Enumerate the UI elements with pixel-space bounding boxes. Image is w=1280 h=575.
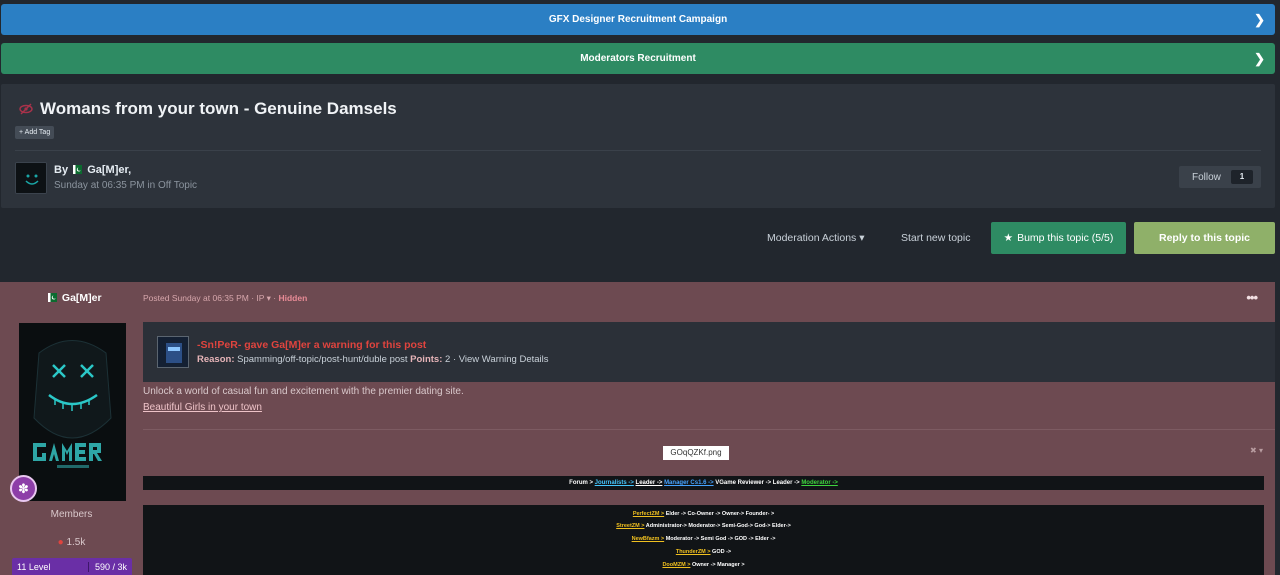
- topic-date: Sunday at 06:35 PM in Off Topic: [54, 180, 198, 191]
- sig-server[interactable]: StreetZM >: [616, 523, 644, 529]
- sig-manager[interactable]: Manager Cs1.6 ->: [664, 480, 714, 486]
- sig-server[interactable]: DooMZM >: [662, 562, 690, 568]
- author-photo[interactable]: [19, 323, 126, 501]
- dots-icon[interactable]: •••: [1246, 290, 1258, 305]
- moderator-avatar-image: [158, 337, 188, 367]
- sig-leader[interactable]: Leader ->: [636, 480, 663, 486]
- sig-line: DooMZM > Owner -> Manager >: [143, 562, 1264, 568]
- sig-journalists[interactable]: Journalists ->: [595, 480, 634, 486]
- bump-topic-button[interactable]: ★ Bump this topic (5/5): [991, 222, 1126, 254]
- warning-reason: Reason: Spamming/off-topic/post-hunt/dub…: [197, 354, 549, 365]
- sig-moderator[interactable]: Moderator ->: [801, 480, 838, 486]
- post-date[interactable]: Posted Sunday at 06:35 PM · IP ▾ ·: [143, 293, 278, 303]
- chevron-right-icon: ❯: [1254, 51, 1265, 66]
- warning-title: -Sn!PeR- gave Ga[M]er a warning for this…: [197, 339, 427, 351]
- badge-icon: ✽: [10, 475, 37, 502]
- moderator-avatar[interactable]: [157, 336, 189, 368]
- banner-gfx-label: GFX Designer Recruitment Campaign: [548, 14, 728, 25]
- moderation-actions-menu[interactable]: Moderation Actions ▾: [767, 232, 865, 244]
- sig-ranks: Elder -> Co-Owner -> Owner-> Founder- >: [665, 511, 775, 517]
- divider: [143, 429, 1275, 430]
- points-text[interactable]: 2 · View Warning Details: [445, 354, 548, 365]
- post-author-column: Ga[M]er ✽ Members ● 1.5k 11 Level 590 / …: [0, 282, 143, 575]
- sig-server[interactable]: ThunderZM >: [676, 549, 711, 555]
- sig-ranks: Administrator-> Moderator-> Semi-God-> G…: [645, 523, 791, 529]
- post-meta: Posted Sunday at 06:35 PM · IP ▾ · Hidde…: [143, 293, 307, 304]
- pakistan-flag-icon: [48, 293, 57, 302]
- comment-icon: ●: [57, 537, 64, 548]
- follow-button[interactable]: Follow 1: [1179, 166, 1261, 188]
- member-group: Members: [50, 509, 93, 520]
- reason-label: Reason:: [197, 354, 235, 365]
- post-body-link[interactable]: Beautiful Girls in your town: [143, 402, 262, 413]
- eye-slash-icon: [19, 103, 33, 115]
- sig-ranks: GOD ->: [712, 549, 732, 555]
- post-count-value: 1.5k: [66, 537, 86, 548]
- xp-value: 590 / 3k: [87, 562, 127, 572]
- topic-actions: Moderation Actions ▾ Start new topic ★ B…: [0, 222, 1280, 254]
- post-author-label: Ga[M]er: [61, 292, 102, 304]
- banner-gfx-recruitment[interactable]: GFX Designer Recruitment Campaign ❯: [1, 4, 1275, 35]
- bump-label: Bump this topic (5/5): [1017, 232, 1114, 244]
- follow-label: Follow: [1192, 171, 1221, 183]
- follow-count: 1: [1231, 170, 1253, 184]
- warning-notice: -Sn!PeR- gave Ga[M]er a warning for this…: [143, 322, 1275, 382]
- author-link[interactable]: Ga[M]er,: [87, 164, 131, 176]
- sig-line: NewBfazm > Moderator -> Semi God -> GOD …: [143, 536, 1264, 542]
- pakistan-flag-icon: [73, 165, 83, 174]
- sig-ranks: Moderator -> Semi God -> GOD -> Elder ->: [665, 536, 776, 542]
- sig-line: ThunderZM > GOD ->: [143, 549, 1264, 555]
- sig-forum: Forum >: [569, 480, 593, 486]
- post: Ga[M]er ✽ Members ● 1.5k 11 Level 590 / …: [0, 282, 1275, 575]
- post-count: ● 1.5k: [0, 537, 143, 548]
- sig-server[interactable]: NewBfazm >: [632, 536, 665, 542]
- topic-header: Womans from your town - Genuine Damsels …: [1, 84, 1275, 208]
- chevron-right-icon: ❯: [1254, 12, 1265, 27]
- post-body-text: Unlock a world of casual fun and excitem…: [143, 386, 464, 397]
- by-label: By: [54, 164, 69, 176]
- signature-ranks-bar: Forum > Journalists -> Leader -> Manager…: [143, 476, 1264, 490]
- add-tag-button[interactable]: + Add Tag: [15, 126, 55, 139]
- points-label: Points:: [410, 354, 443, 365]
- banner-moderators-label: Moderators Recruitment: [580, 53, 696, 64]
- level-bar: 11 Level 590 / 3k: [12, 558, 132, 575]
- post-author-name[interactable]: Ga[M]er: [46, 292, 102, 304]
- star-icon: ★: [1003, 232, 1014, 244]
- author-byline: By Ga[M]er,: [54, 164, 131, 176]
- sig-line: StreetZM > Administrator-> Moderator-> S…: [143, 523, 1264, 529]
- avatar[interactable]: [15, 162, 47, 194]
- sig-ranks: Owner -> Manager >: [691, 562, 745, 568]
- hidden-status: Hidden: [278, 293, 308, 303]
- start-new-topic-link[interactable]: Start new topic: [901, 232, 970, 244]
- image-tools-icon[interactable]: ✖ ▾: [1250, 446, 1263, 455]
- page-title: Womans from your town - Genuine Damsels: [19, 99, 397, 119]
- divider: [15, 150, 1261, 151]
- sig-vgame: VGame Reviewer -> Leader ->: [715, 480, 800, 486]
- topic-title-text: Womans from your town - Genuine Damsels: [40, 99, 397, 118]
- level-label: 11 Level: [17, 562, 51, 572]
- avatar-mask-icon: [16, 163, 46, 193]
- reason-text: Spamming/off-topic/post-hunt/duble post: [237, 354, 408, 365]
- sig-line: PerfectZM > Elder -> Co-Owner -> Owner->…: [143, 511, 1264, 517]
- broken-image[interactable]: GOqQZKf.png: [663, 446, 729, 460]
- banner-moderators-recruitment[interactable]: Moderators Recruitment ❯: [1, 43, 1275, 74]
- reply-button[interactable]: Reply to this topic: [1134, 222, 1275, 254]
- sig-server[interactable]: PerfectZM >: [633, 511, 664, 517]
- gamer-mask-image: [19, 323, 126, 501]
- signature-servers: PerfectZM > Elder -> Co-Owner -> Owner->…: [143, 505, 1264, 575]
